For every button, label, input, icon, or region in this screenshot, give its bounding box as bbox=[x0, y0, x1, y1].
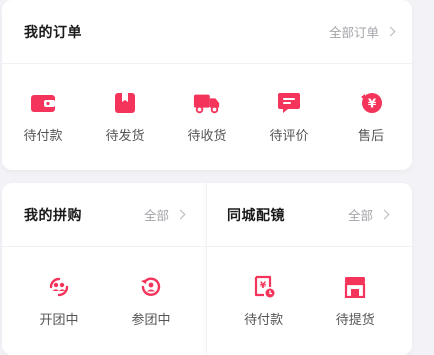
group-buy-all-link[interactable]: 全部 bbox=[143, 205, 186, 224]
city-pending-payment[interactable]: ¥ 待付款 bbox=[229, 275, 299, 328]
order-pending-review-label: 待评价 bbox=[269, 128, 309, 144]
group-buy-header: 我的拼购 全部 bbox=[2, 183, 208, 247]
group-join[interactable]: 参团中 bbox=[116, 275, 186, 328]
city-glasses-all-link[interactable]: 全部 bbox=[347, 205, 390, 224]
all-orders-link[interactable]: 全部订单 bbox=[328, 22, 396, 41]
city-glasses-all-label: 全部 bbox=[347, 208, 373, 223]
svg-text:¥: ¥ bbox=[368, 96, 377, 110]
order-pending-receipt-label: 待收货 bbox=[187, 128, 227, 144]
order-pending-payment[interactable]: 待付款 bbox=[8, 91, 78, 144]
review-icon bbox=[275, 91, 303, 115]
group-open[interactable]: 开团中 bbox=[24, 275, 94, 328]
order-pending-shipment[interactable]: 待发货 bbox=[90, 91, 160, 144]
chevron-right-icon bbox=[385, 26, 396, 37]
order-pending-receipt[interactable]: 待收货 bbox=[172, 91, 242, 144]
group-open-icon bbox=[45, 275, 73, 299]
group-buy-items: 开团中 参团中 bbox=[2, 247, 208, 355]
after-sale-icon: ¥ bbox=[357, 91, 385, 115]
group-buy-card: 我的拼购 全部 开团中 参团中 bbox=[2, 183, 208, 355]
order-pending-review[interactable]: 待评价 bbox=[254, 91, 324, 144]
group-buy-all-label: 全部 bbox=[143, 208, 169, 223]
orders-card: 我的订单 全部订单 待付款 待发货 待收货 待评价 ¥ 售后 bbox=[2, 0, 412, 170]
group-open-label: 开团中 bbox=[39, 312, 79, 328]
all-orders-label: 全部订单 bbox=[328, 25, 379, 40]
city-glasses-header: 同城配镜 全部 bbox=[207, 183, 412, 247]
chevron-right-icon bbox=[175, 209, 186, 220]
orders-items: 待付款 待发货 待收货 待评价 ¥ 售后 bbox=[2, 64, 412, 170]
order-pending-payment-label: 待付款 bbox=[23, 128, 63, 144]
chevron-right-icon bbox=[379, 209, 390, 220]
orders-header: 我的订单 全部订单 bbox=[2, 0, 412, 64]
group-buy-title: 我的拼购 bbox=[24, 207, 82, 224]
truck-icon bbox=[193, 91, 221, 115]
group-join-label: 参团中 bbox=[131, 312, 171, 328]
group-join-icon bbox=[137, 275, 165, 299]
city-pending-payment-label: 待付款 bbox=[244, 312, 284, 328]
order-after-sale[interactable]: ¥ 售后 bbox=[336, 91, 406, 144]
city-glasses-card: 同城配镜 全部 ¥ 待付款 待提货 bbox=[206, 183, 412, 355]
svg-text:¥: ¥ bbox=[260, 281, 267, 291]
order-pending-shipment-label: 待发货 bbox=[105, 128, 145, 144]
city-glasses-title: 同城配镜 bbox=[227, 207, 285, 224]
pay-receipt-icon: ¥ bbox=[250, 275, 278, 299]
city-glasses-items: ¥ 待付款 待提货 bbox=[207, 247, 412, 355]
package-icon bbox=[111, 91, 139, 115]
city-pending-pickup-label: 待提货 bbox=[335, 312, 375, 328]
orders-title: 我的订单 bbox=[24, 24, 82, 41]
store-icon bbox=[341, 275, 369, 299]
city-pending-pickup[interactable]: 待提货 bbox=[320, 275, 390, 328]
wallet-icon bbox=[29, 91, 57, 115]
order-after-sale-label: 售后 bbox=[357, 128, 384, 144]
